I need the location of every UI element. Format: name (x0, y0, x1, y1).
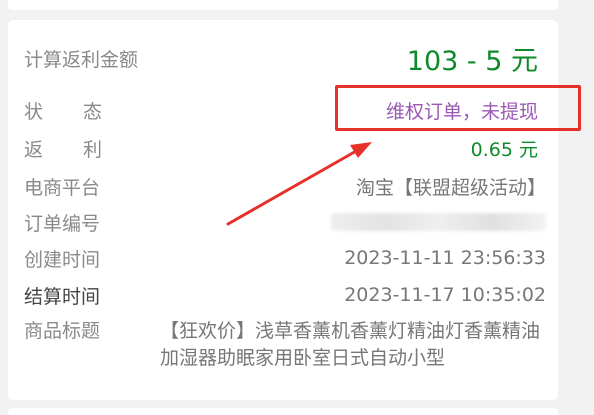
product-title-label: 商品标题 (24, 320, 101, 342)
created-time-label: 创建时间 (24, 248, 101, 271)
platform-row: 电商平台 淘宝【联盟超级活动】 (24, 172, 546, 200)
status-label: 状 态 (24, 97, 102, 124)
calc-rebate-row: 计算返利金额 103 - 5 元 (24, 40, 538, 77)
rebate-label: 返 利 (24, 135, 102, 162)
page: 计算返利金额 103 - 5 元 状 态 维权订单，未提现 返 利 0.65 元… (0, 0, 594, 415)
annotation-highlight-box (335, 85, 581, 131)
order-number-row: 订单编号 (24, 208, 546, 236)
rebate-row: 返 利 0.65 元 (24, 134, 538, 162)
rebate-label-char-1: 返 (24, 138, 44, 161)
platform-value: 淘宝【联盟超级活动】 (355, 176, 546, 199)
settled-time-label: 结算时间 (24, 285, 101, 308)
platform-label: 电商平台 (24, 176, 101, 199)
rebate-label-char-2: 利 (82, 138, 102, 161)
settled-time-value: 2023-11-17 10:35:02 (344, 284, 546, 306)
calc-rebate-label: 计算返利金额 (24, 48, 139, 71)
order-detail-card: 计算返利金额 103 - 5 元 状 态 维权订单，未提现 返 利 0.65 元… (8, 20, 558, 400)
order-number-redacted (331, 213, 546, 231)
product-title-value: 【狂欢价】浅草香薰机香薰灯精油灯香薰精油加湿器助眠家用卧室日式自动小型 (160, 320, 541, 369)
created-time-value: 2023-11-11 23:56:33 (344, 247, 546, 269)
rebate-value: 0.65 元 (470, 138, 538, 161)
calc-rebate-value: 103 - 5 元 (406, 45, 538, 77)
status-label-char-1: 状 (24, 100, 44, 123)
product-title-row: 商品标题 【狂欢价】浅草香薰机香薰灯精油灯香薰精油加湿器助眠家用卧室日式自动小型 (24, 318, 558, 378)
created-time-row: 创建时间 2023-11-11 23:56:33 (24, 244, 546, 272)
previous-card-edge (8, 0, 558, 10)
settled-time-row: 结算时间 2023-11-17 10:35:02 (24, 281, 546, 309)
next-card-edge (8, 408, 558, 415)
order-number-label: 订单编号 (24, 212, 101, 235)
status-label-char-2: 态 (82, 100, 102, 123)
